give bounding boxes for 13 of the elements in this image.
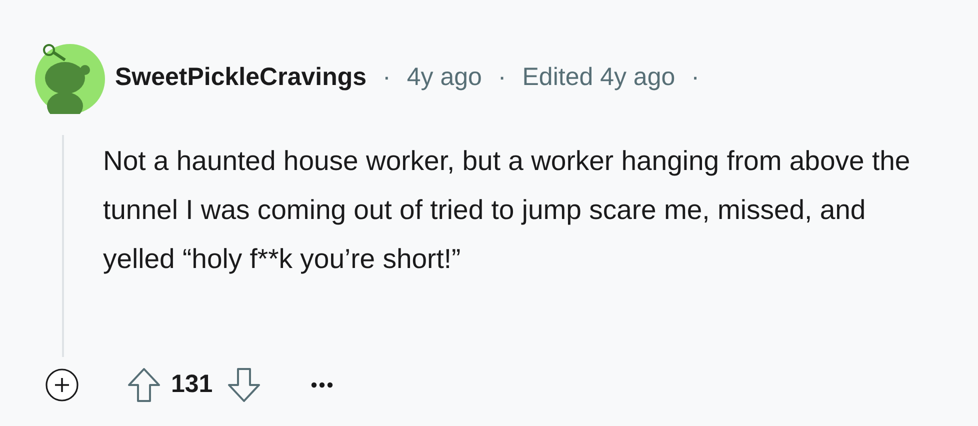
comment-text: Not a haunted house worker, but a worker hanging from above the tunnel I was coming out of tried to jump scare me, missed, and yelled “holy f**k you’re short!”	[103, 144, 912, 276]
separator-dot: ·	[498, 62, 506, 94]
upvote-icon[interactable]	[127, 366, 161, 403]
vote-count: 131	[171, 369, 213, 400]
separator-dot: ·	[382, 62, 391, 94]
username[interactable]: SweetPickleCravings	[115, 59, 367, 97]
expand-plus-icon[interactable]	[45, 368, 79, 402]
timestamp: Edited 4y ago	[522, 62, 676, 94]
separator-dot: ·	[691, 62, 700, 94]
more-options-icon[interactable]	[310, 382, 333, 388]
avatar-icon	[35, 42, 105, 114]
downvote-icon[interactable]	[226, 366, 261, 403]
timestamp: 4y ago	[406, 62, 482, 94]
